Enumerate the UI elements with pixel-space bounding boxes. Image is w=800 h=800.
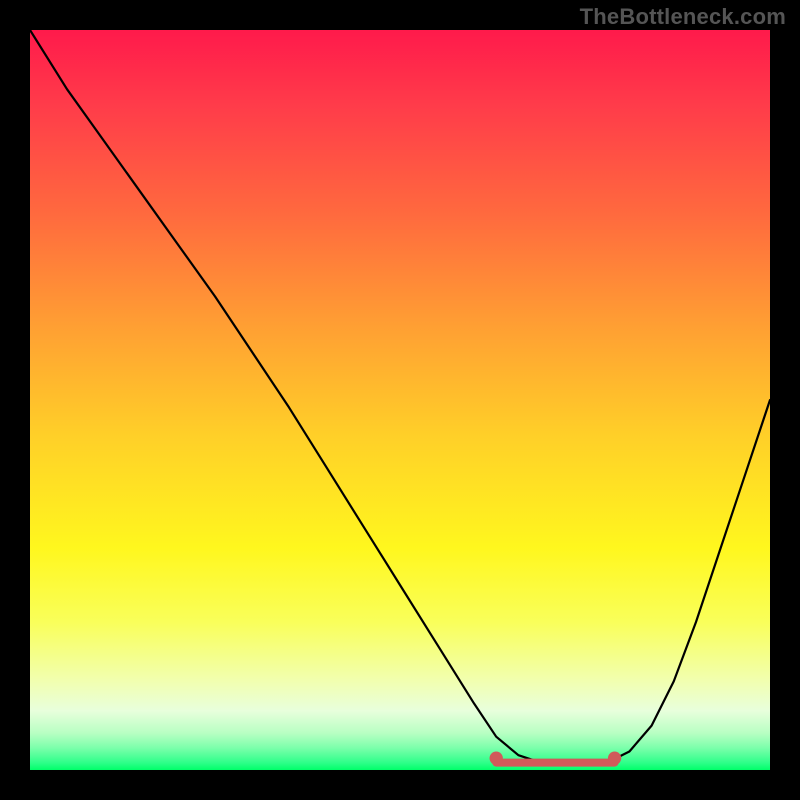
optimal-range-end-dot [608, 752, 621, 765]
optimal-range-start-dot [490, 752, 503, 765]
curve-layer [30, 30, 770, 770]
bottleneck-curve [30, 30, 770, 763]
plot-area [30, 30, 770, 770]
watermark-text: TheBottleneck.com [580, 4, 786, 30]
